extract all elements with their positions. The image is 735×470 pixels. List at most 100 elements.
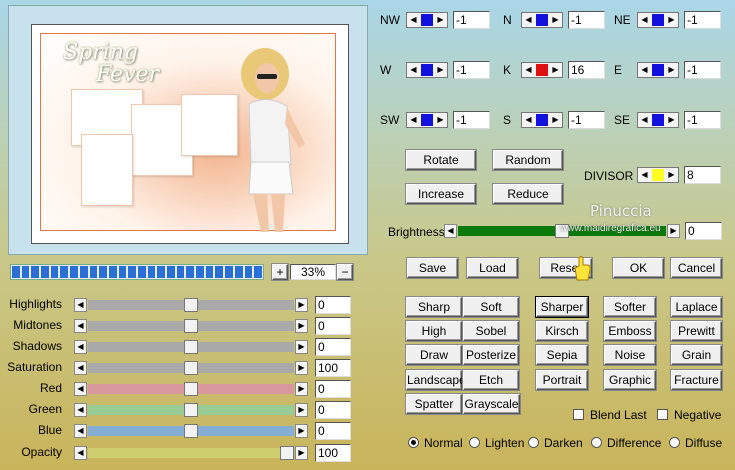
adjustment-input[interactable]: 0 (315, 317, 351, 335)
increase-button[interactable]: Increase (406, 184, 476, 204)
adjustment-input[interactable]: 0 (315, 422, 351, 440)
preset-high-pass-button[interactable]: High Pass (406, 321, 462, 356)
preset-spatter-button[interactable]: Spatter (406, 394, 462, 414)
zoom-slider[interactable] (10, 264, 264, 280)
arrow-right-icon[interactable]: ▶ (549, 13, 562, 27)
matrix-spin[interactable]: ◀ ▶ (637, 62, 679, 78)
slider-thumb[interactable] (280, 446, 294, 460)
adjustment-slider[interactable]: ◀ ▶ (74, 424, 308, 438)
blend-normal-radio[interactable] (408, 437, 419, 448)
preset-portrait-button[interactable]: Portrait (536, 370, 588, 390)
adjustment-slider[interactable]: ◀ ▶ (74, 403, 308, 417)
arrow-left-icon[interactable]: ◀ (638, 113, 651, 127)
arrow-right-icon[interactable]: ▶ (434, 63, 447, 77)
rotate-button[interactable]: Rotate (406, 150, 476, 170)
slider-thumb[interactable] (184, 403, 198, 417)
arrow-left-icon[interactable]: ◀ (638, 168, 651, 182)
matrix-spin[interactable]: ◀ ▶ (406, 12, 448, 28)
arrow-right-icon[interactable]: ▶ (295, 424, 308, 438)
arrow-right-icon[interactable]: ▶ (295, 403, 308, 417)
preset-sharper-button[interactable]: Sharper (536, 297, 588, 317)
arrow-left-icon[interactable]: ◀ (638, 13, 651, 27)
blend-last-checkbox[interactable] (573, 409, 584, 420)
matrix-spin[interactable]: ◀ ▶ (406, 62, 448, 78)
zoom-in-button[interactable]: + (272, 264, 288, 280)
arrow-left-icon[interactable]: ◀ (407, 13, 420, 27)
adjustment-input[interactable]: 100 (315, 444, 351, 462)
arrow-left-icon[interactable]: ◀ (74, 361, 87, 375)
adjustment-slider[interactable]: ◀ ▶ (74, 298, 308, 312)
arrow-left-icon[interactable]: ◀ (407, 63, 420, 77)
arrow-left-icon[interactable]: ◀ (74, 340, 87, 354)
arrow-right-icon[interactable]: ▶ (549, 63, 562, 77)
preset-sobel-button[interactable]: Sobel (463, 321, 519, 341)
matrix-input[interactable]: -1 (453, 111, 490, 129)
blend-diffuse-radio[interactable] (669, 437, 680, 448)
zoom-out-button[interactable]: − (337, 264, 353, 280)
arrow-right-icon[interactable]: ▶ (434, 13, 447, 27)
preset-laplace-button[interactable]: Laplace (671, 297, 722, 317)
arrow-left-icon[interactable]: ◀ (74, 298, 87, 312)
arrow-left-icon[interactable]: ◀ (638, 63, 651, 77)
preset-etch-button[interactable]: Etch (463, 370, 519, 390)
arrow-right-icon[interactable]: ▶ (549, 113, 562, 127)
preset-fracture-button[interactable]: Fracture (671, 370, 722, 390)
slider-thumb[interactable] (184, 340, 198, 354)
arrow-left-icon[interactable]: ◀ (522, 63, 535, 77)
adjustment-input[interactable]: 0 (315, 380, 351, 398)
arrow-left-icon[interactable]: ◀ (74, 319, 87, 333)
matrix-input[interactable]: -1 (568, 111, 605, 129)
matrix-spin[interactable]: ◀ ▶ (637, 112, 679, 128)
matrix-input[interactable]: -1 (684, 111, 721, 129)
matrix-spin[interactable]: ◀ ▶ (521, 12, 563, 28)
arrow-right-icon[interactable]: ▶ (295, 446, 308, 460)
slider-thumb[interactable] (184, 382, 198, 396)
matrix-input[interactable]: -1 (453, 11, 490, 29)
preset-emboss-button[interactable]: Emboss (604, 321, 656, 341)
brightness-input[interactable]: 0 (685, 222, 722, 240)
arrow-left-icon[interactable]: ◀ (74, 382, 87, 396)
cancel-button[interactable]: Cancel (671, 258, 722, 278)
preset-graphic-button[interactable]: Graphic (604, 370, 656, 390)
blend-lighten-radio[interactable] (469, 437, 480, 448)
arrow-left-icon[interactable]: ◀ (522, 13, 535, 27)
adjustment-slider[interactable]: ◀ ▶ (74, 319, 308, 333)
matrix-input[interactable]: 16 (568, 61, 605, 79)
arrow-left-icon[interactable]: ◀ (74, 446, 87, 460)
arrow-left-icon[interactable]: ◀ (74, 424, 87, 438)
arrow-left-icon[interactable]: ◀ (444, 224, 457, 238)
arrow-right-icon[interactable]: ▶ (665, 13, 678, 27)
preset-noise-button[interactable]: Noise (604, 345, 656, 365)
adjustment-slider[interactable]: ◀ ▶ (74, 361, 308, 375)
arrow-left-icon[interactable]: ◀ (407, 113, 420, 127)
arrow-right-icon[interactable]: ▶ (295, 382, 308, 396)
adjustment-slider[interactable]: ◀ ▶ (74, 382, 308, 396)
divisor-spin[interactable]: ◀ ▶ (637, 167, 679, 183)
adjustment-slider[interactable]: ◀ ▶ (74, 446, 308, 460)
adjustment-input[interactable]: 0 (315, 401, 351, 419)
arrow-right-icon[interactable]: ▶ (295, 340, 308, 354)
preset-softer-button[interactable]: Softer (604, 297, 656, 317)
adjustment-slider[interactable]: ◀ ▶ (74, 340, 308, 354)
arrow-left-icon[interactable]: ◀ (74, 403, 87, 417)
random-button[interactable]: Random (493, 150, 563, 170)
divisor-input[interactable]: 8 (684, 166, 721, 184)
preset-grayscale-button[interactable]: Grayscale (463, 394, 520, 414)
slider-thumb[interactable] (184, 298, 198, 312)
matrix-input[interactable]: -1 (684, 61, 721, 79)
arrow-right-icon[interactable]: ▶ (665, 63, 678, 77)
matrix-input[interactable]: -1 (568, 11, 605, 29)
preset-sharp-button[interactable]: Sharp (406, 297, 462, 317)
preset-kirsch-button[interactable]: Kirsch (536, 321, 588, 341)
save-button[interactable]: Save (407, 258, 458, 278)
matrix-spin[interactable]: ◀ ▶ (521, 62, 563, 78)
reduce-button[interactable]: Reduce (493, 184, 563, 204)
arrow-right-icon[interactable]: ▶ (667, 224, 680, 238)
arrow-right-icon[interactable]: ▶ (295, 361, 308, 375)
preset-soft-button[interactable]: Soft (463, 297, 519, 317)
arrow-right-icon[interactable]: ▶ (434, 113, 447, 127)
load-button[interactable]: Load (467, 258, 518, 278)
blend-difference-radio[interactable] (591, 437, 602, 448)
arrow-right-icon[interactable]: ▶ (295, 298, 308, 312)
slider-thumb[interactable] (184, 424, 198, 438)
